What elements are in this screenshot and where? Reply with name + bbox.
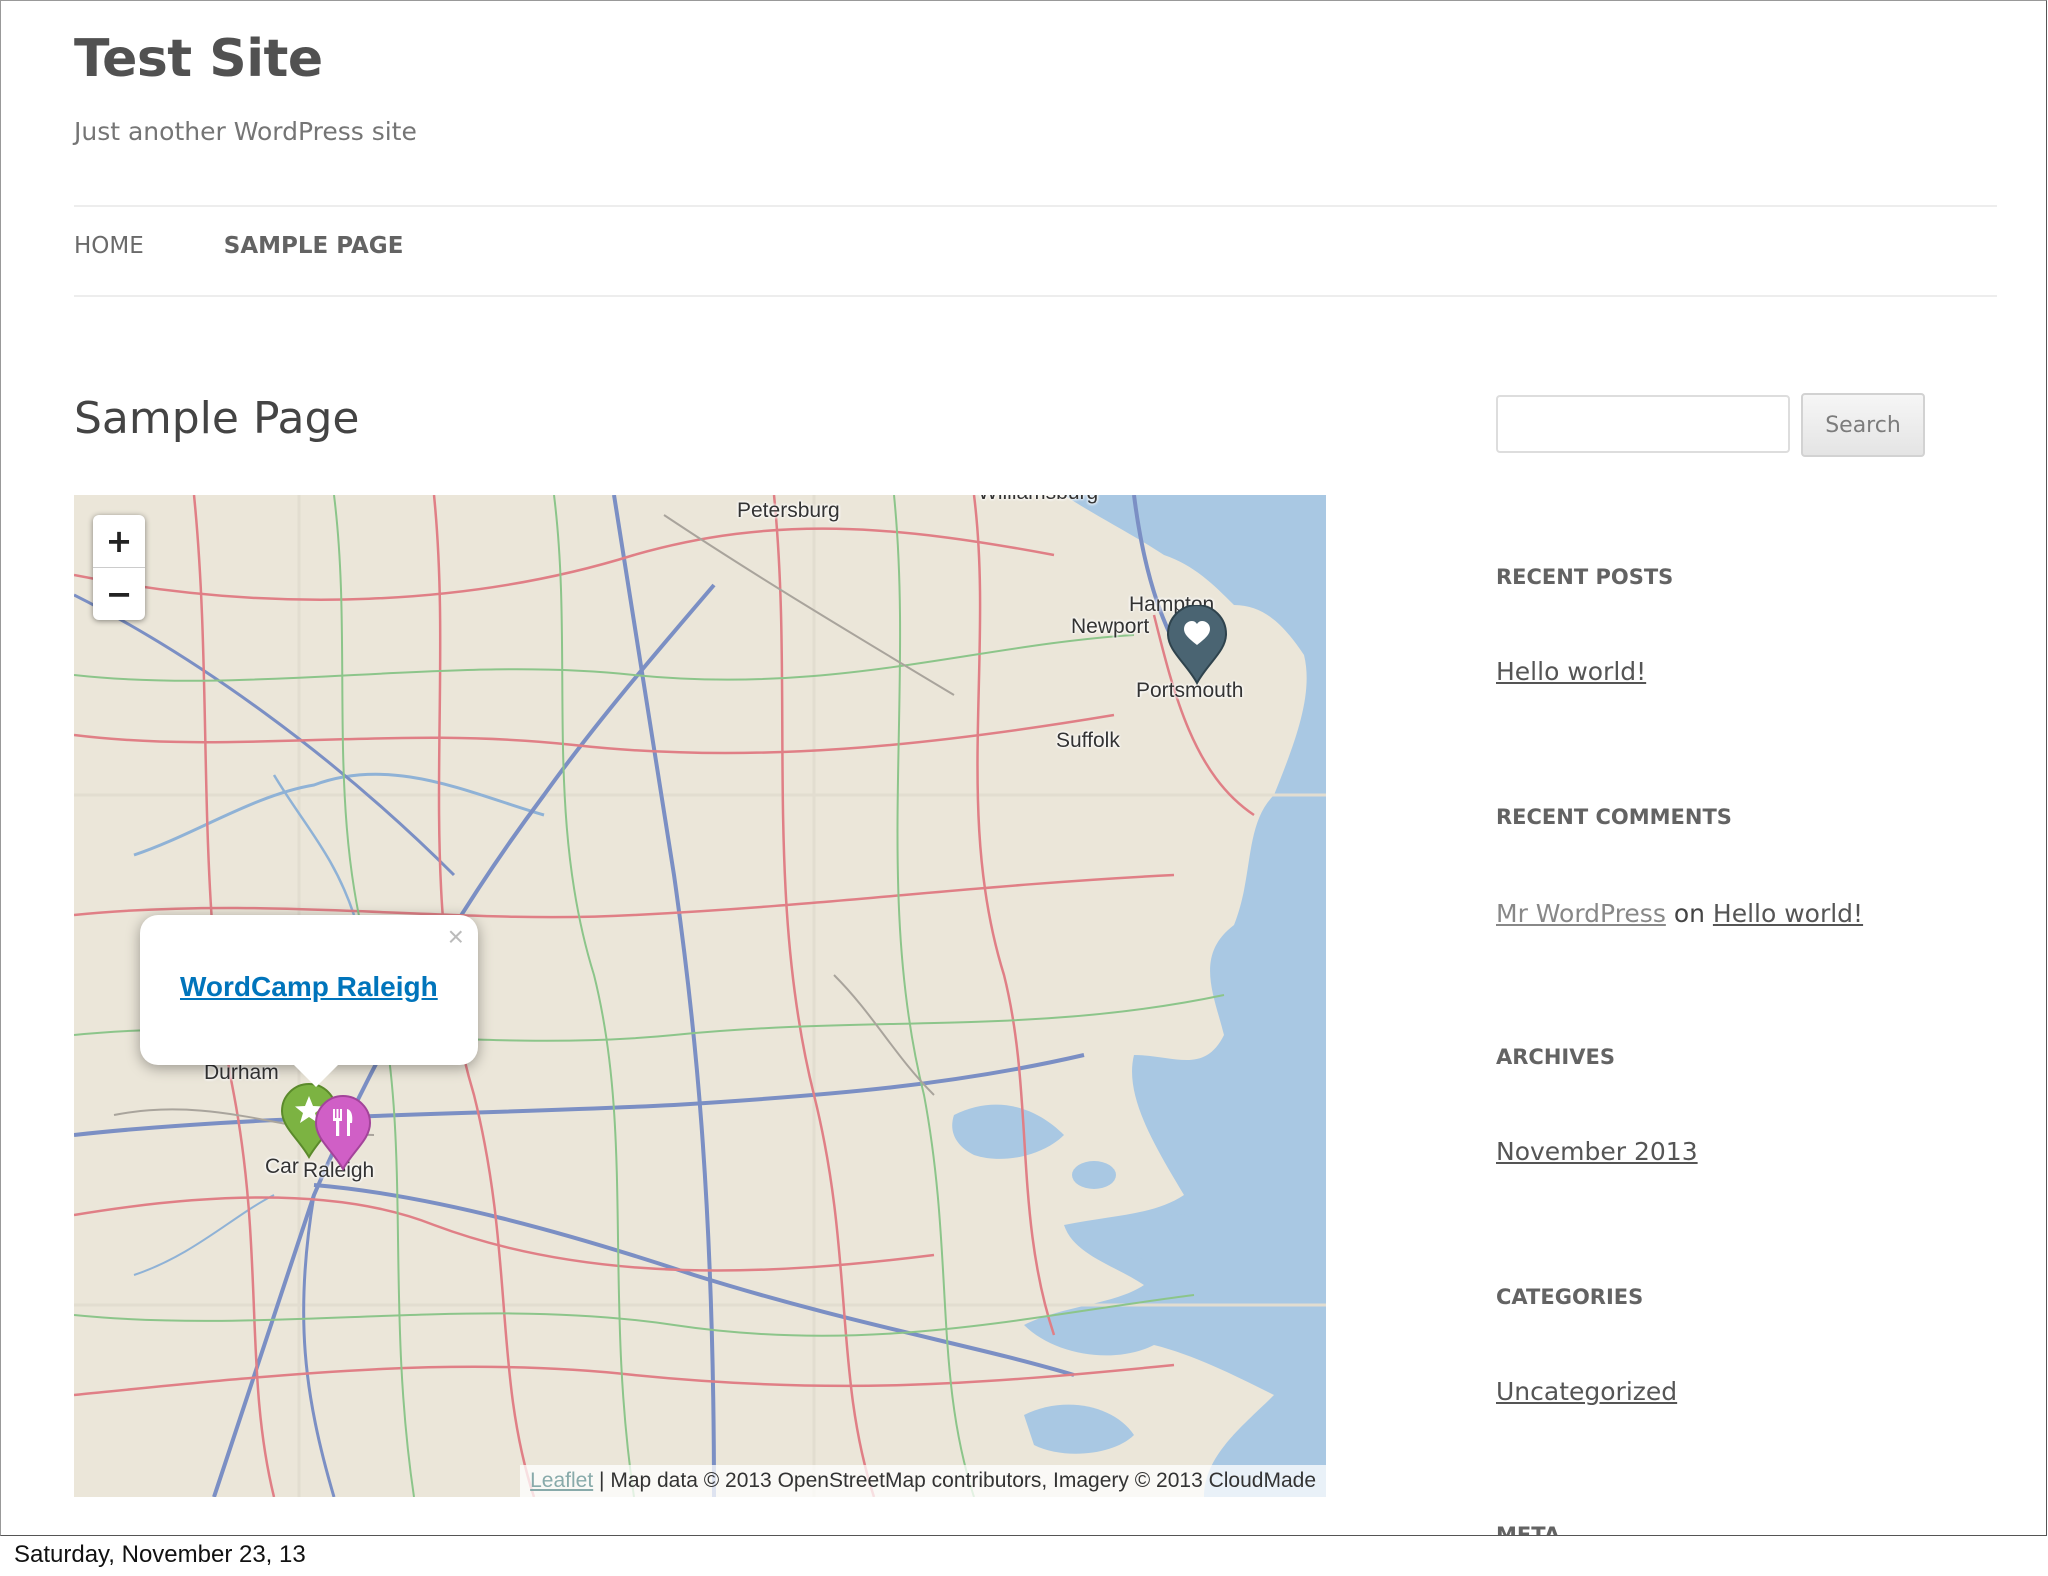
map-marker-restaurant[interactable] — [314, 1095, 372, 1171]
city-label: Petersburg — [737, 499, 840, 522]
recent-posts-title: RECENT POSTS — [1496, 565, 1674, 589]
slide-date: Saturday, November 23, 13 — [14, 1541, 306, 1568]
recent-post-link[interactable]: Hello world! — [1496, 657, 1646, 686]
comment-on-text: on — [1673, 899, 1705, 928]
comment-author-link[interactable]: Mr WordPress — [1496, 899, 1666, 928]
leaflet-link[interactable]: Leaflet — [530, 1469, 593, 1492]
nav-item-sample-page[interactable]: SAMPLE PAGE — [224, 233, 404, 259]
map-popup: × WordCamp Raleigh — [140, 915, 478, 1087]
comment-post-link[interactable]: Hello world! — [1713, 899, 1863, 928]
header-divider — [74, 205, 1997, 207]
zoom-in-button[interactable]: + — [93, 515, 145, 567]
recent-comment-item: Mr WordPress on Hello world! — [1496, 899, 1863, 928]
city-label: Suffolk — [1056, 729, 1120, 752]
meta-title: META — [1496, 1523, 1561, 1536]
city-label: Williamsburg — [978, 495, 1098, 505]
search-input[interactable] — [1496, 395, 1790, 453]
archive-link[interactable]: November 2013 — [1496, 1137, 1698, 1166]
popup-link-wordcamp-raleigh[interactable]: WordCamp Raleigh — [180, 971, 438, 1003]
map-marker-heart[interactable] — [1166, 605, 1228, 685]
archives-title: ARCHIVES — [1496, 1045, 1615, 1069]
browser-page: Test Site Just another WordPress site HO… — [0, 0, 2047, 1536]
zoom-out-button[interactable]: − — [93, 567, 145, 620]
main-navigation: HOME SAMPLE PAGE — [74, 233, 483, 259]
page-title: Sample Page — [74, 393, 360, 444]
map-attribution: Leaflet | Map data © 2013 OpenStreetMap … — [520, 1465, 1326, 1497]
map-widget[interactable]: + − Petersburg Williamsburg Hampton Newp… — [74, 495, 1326, 1497]
city-label: Newport — [1071, 615, 1150, 638]
zoom-control: + − — [93, 515, 145, 620]
site-description: Just another WordPress site — [74, 117, 417, 146]
popup-close-button[interactable]: × — [448, 921, 464, 953]
search-button[interactable]: Search — [1801, 393, 1925, 457]
nav-divider — [74, 295, 1997, 297]
site-title[interactable]: Test Site — [74, 29, 323, 89]
attribution-text: | Map data © 2013 OpenStreetMap contribu… — [599, 1469, 1316, 1492]
nav-item-home[interactable]: HOME — [74, 233, 144, 259]
categories-title: CATEGORIES — [1496, 1285, 1644, 1309]
category-link[interactable]: Uncategorized — [1496, 1377, 1677, 1406]
recent-comments-title: RECENT COMMENTS — [1496, 805, 1732, 829]
